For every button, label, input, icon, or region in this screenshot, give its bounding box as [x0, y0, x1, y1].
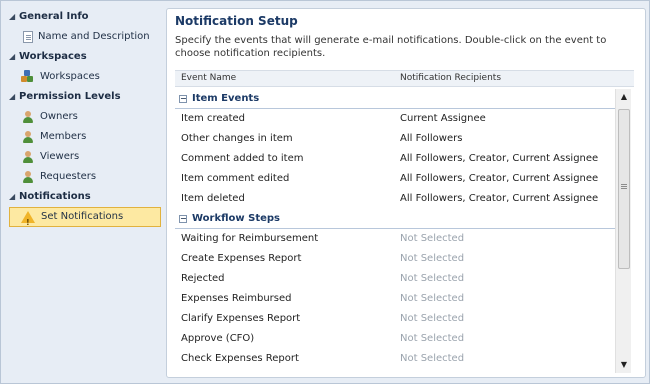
collapse-minus-icon[interactable]: − — [179, 94, 187, 103]
user-icon — [21, 150, 35, 164]
event-recipients: Not Selected — [400, 273, 465, 284]
sidebar-item-viewers[interactable]: Viewers — [5, 147, 161, 167]
sidebar: ◢ General Info Name and Description ◢ Work… — [5, 7, 161, 233]
notification-setup-panel: Notification Setup Specify the events th… — [166, 8, 646, 378]
group-label: Permission Levels — [19, 91, 121, 102]
event-name: Waiting for Reimbursement — [181, 233, 319, 244]
group-general-info[interactable]: ◢ General Info — [5, 7, 161, 27]
collapse-triangle-icon[interactable]: ◢ — [9, 47, 19, 67]
event-row-clarify-expenses-report[interactable]: Clarify Expenses Report Not Selected — [175, 309, 622, 329]
sidebar-item-owners[interactable]: Owners — [5, 107, 161, 127]
panel-description: Specify the events that will generate e-… — [175, 35, 607, 59]
section-workflow-steps[interactable]: − Workflow Steps — [175, 209, 622, 229]
user-icon — [21, 110, 35, 124]
event-name: Clarify Expenses Report — [181, 313, 301, 324]
event-row-expenses-reimbursed[interactable]: Expenses Reimbursed Not Selected — [175, 289, 622, 309]
event-name: Check Expenses Report — [181, 353, 299, 364]
event-row-check-expenses-report[interactable]: Check Expenses Report Not Selected — [175, 349, 622, 369]
event-row-create-expenses-report[interactable]: Create Expenses Report Not Selected — [175, 249, 622, 269]
sidebar-item-label: Requesters — [40, 171, 97, 182]
user-icon — [21, 170, 35, 184]
window-frame: ◢ General Info Name and Description ◢ Work… — [0, 0, 650, 384]
event-recipients: All Followers — [400, 133, 463, 144]
event-name: Rejected — [181, 273, 225, 284]
event-recipients: All Followers, Creator, Current Assignee — [400, 153, 599, 164]
column-header-event-name[interactable]: Event Name — [181, 71, 236, 86]
group-notifications[interactable]: ◢ Notifications — [5, 187, 161, 207]
event-recipients: Not Selected — [400, 313, 465, 324]
sidebar-item-label: Name and Description — [38, 31, 150, 42]
group-label: Workspaces — [19, 51, 87, 62]
event-row-item-created[interactable]: Item created Current Assignee — [175, 109, 622, 129]
sidebar-item-set-notifications[interactable]: Set Notifications — [9, 207, 161, 233]
event-row-waiting-for-reimbursement[interactable]: Waiting for Reimbursement Not Selected — [175, 229, 622, 249]
page-title: Notification Setup — [175, 14, 298, 28]
sidebar-item-name-and-description[interactable]: Name and Description — [5, 27, 161, 47]
event-name: Item comment edited — [181, 173, 290, 184]
sidebar-item-label: Workspaces — [40, 71, 100, 82]
event-name: Create Expenses Report — [181, 253, 302, 264]
event-name: Approve (CFO) — [181, 333, 255, 344]
collapse-triangle-icon[interactable]: ◢ — [9, 87, 19, 107]
event-recipients: All Followers, Creator, Current Assignee — [400, 193, 599, 204]
vertical-scrollbar[interactable]: ▲ ▼ — [615, 89, 631, 373]
event-name: Expenses Reimbursed — [181, 293, 292, 304]
event-row-rejected[interactable]: Rejected Not Selected — [175, 269, 622, 289]
sidebar-item-label: Owners — [40, 111, 78, 122]
collapse-triangle-icon[interactable]: ◢ — [9, 7, 19, 27]
group-permission-levels[interactable]: ◢ Permission Levels — [5, 87, 161, 107]
event-row-item-deleted[interactable]: Item deleted All Followers, Creator, Curr… — [175, 189, 622, 209]
sidebar-item-workspaces[interactable]: Workspaces — [5, 67, 161, 87]
events-list: − Item Events Item created Current Assigne… — [175, 89, 622, 375]
collapse-minus-icon[interactable]: − — [179, 214, 187, 223]
event-row-comment-added-to-item[interactable]: Comment added to item All Followers, Crea… — [175, 149, 622, 169]
event-recipients: Not Selected — [400, 253, 465, 264]
event-recipients: Not Selected — [400, 233, 465, 244]
event-name: Item created — [181, 113, 246, 124]
sidebar-item-label: Set Notifications — [41, 211, 124, 222]
document-icon — [23, 31, 33, 43]
event-row-approve-cfo[interactable]: Approve (CFO) Not Selected — [175, 329, 622, 349]
workspaces-icon — [21, 70, 35, 84]
group-label: Notifications — [19, 191, 91, 202]
warning-icon — [21, 211, 35, 233]
event-recipients: Not Selected — [400, 293, 465, 304]
collapse-triangle-icon[interactable]: ◢ — [9, 187, 19, 207]
group-workspaces[interactable]: ◢ Workspaces — [5, 47, 161, 67]
sidebar-item-label: Viewers — [40, 151, 80, 162]
event-name: Comment added to item — [181, 153, 304, 164]
sidebar-item-members[interactable]: Members — [5, 127, 161, 147]
event-recipients: Not Selected — [400, 353, 465, 364]
section-label: Item Events — [192, 93, 260, 104]
scrollbar-thumb[interactable] — [618, 109, 630, 269]
scroll-up-arrow-icon[interactable]: ▲ — [616, 89, 632, 105]
sidebar-item-label: Members — [40, 131, 87, 142]
section-label: Workflow Steps — [192, 213, 281, 224]
event-name: Item deleted — [181, 193, 245, 204]
event-name: Other changes in item — [181, 133, 293, 144]
user-icon — [21, 130, 35, 144]
event-recipients: All Followers, Creator, Current Assignee — [400, 173, 599, 184]
section-item-events[interactable]: − Item Events — [175, 89, 622, 109]
event-recipients: Current Assignee — [400, 113, 486, 124]
event-row-item-comment-edited[interactable]: Item comment edited All Followers, Creato… — [175, 169, 622, 189]
column-header-row: Event Name Notification Recipients — [175, 70, 634, 87]
event-row-other-changes-in-item[interactable]: Other changes in item All Followers — [175, 129, 622, 149]
scroll-down-arrow-icon[interactable]: ▼ — [616, 357, 632, 373]
event-recipients: Not Selected — [400, 333, 465, 344]
sidebar-item-requesters[interactable]: Requesters — [5, 167, 161, 187]
grip-icon — [621, 184, 627, 185]
column-header-notification-recipients[interactable]: Notification Recipients — [400, 71, 501, 86]
group-label: General Info — [19, 11, 89, 22]
